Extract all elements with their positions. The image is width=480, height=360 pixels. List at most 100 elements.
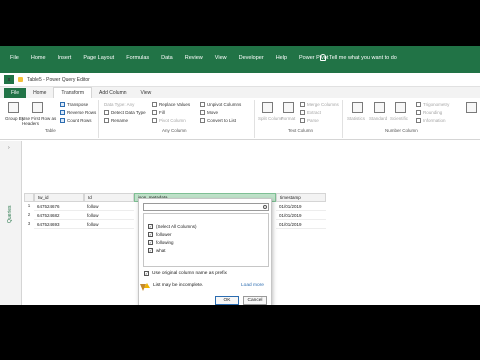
column-header-timestamp[interactable]: timestamp [276, 193, 326, 202]
transpose-icon [60, 102, 65, 107]
replace-icon [152, 102, 157, 107]
pq-tab-home[interactable]: Home [26, 88, 53, 98]
trig-icon [416, 102, 421, 107]
expand-arrow-icon[interactable]: › [8, 145, 10, 151]
prefix-checkbox[interactable]: ✓ Use original column name as prefix [144, 271, 227, 276]
replace-label: Replace Values [159, 102, 191, 107]
excel-tab-page-layout[interactable]: Page Layout [77, 55, 120, 61]
ribbon-separator [254, 100, 255, 138]
statistics-button[interactable]: Statistics [347, 116, 365, 121]
row-number: 2 [27, 212, 31, 217]
column-checkbox[interactable]: ✓ what [148, 248, 166, 253]
column-header-label: Id [88, 195, 92, 200]
data-type-dropdown[interactable]: Data Type: Any [104, 102, 134, 107]
ok-button[interactable]: OK [215, 296, 239, 305]
extract-button[interactable]: Extract [300, 110, 321, 115]
excel-tab-insert[interactable]: Insert [52, 55, 78, 61]
move-label: Move [207, 110, 219, 115]
warning-message: List may be incomplete. [144, 283, 203, 288]
mouse-cursor-icon [140, 284, 146, 291]
load-more-link[interactable]: Load more [241, 283, 264, 288]
split-column-icon [262, 102, 273, 113]
scientific-button[interactable]: Scientific [390, 116, 408, 121]
reverse-rows-button[interactable]: Reverse Rows [60, 110, 96, 115]
table-cell[interactable]: 01/01/2019 [276, 220, 326, 229]
table-cell[interactable]: 01/01/2019 [276, 202, 326, 211]
rename-label: Rename [111, 118, 129, 123]
pivot-column-button[interactable]: Pivot Column [152, 118, 186, 123]
checkbox-label: (Select All Columns) [156, 224, 197, 229]
rename-button[interactable]: Rename [104, 118, 128, 123]
information-button[interactable]: Information [416, 118, 446, 123]
reverse-rows-icon [60, 110, 65, 115]
detect-data-type-button[interactable]: Detect Data Type [104, 110, 146, 115]
table-cell[interactable]: 647524693 [34, 220, 84, 229]
search-input[interactable] [143, 203, 269, 211]
group-label-text-column: Text Column [288, 128, 314, 133]
pq-tab-view[interactable]: View [134, 88, 159, 98]
window-title: Table5 - Power Query Editor [27, 76, 90, 83]
table-cell[interactable]: follow [84, 202, 134, 211]
tell-me-search[interactable]: Tell me what you want to do [320, 54, 397, 61]
split-column-button[interactable]: Split Column [258, 116, 284, 121]
table-cell[interactable]: 647524676 [34, 202, 84, 211]
table-cell[interactable]: 01/01/2019 [276, 211, 326, 220]
tell-me-text: Tell me what you want to do [329, 54, 397, 61]
column-header-id[interactable]: Id [84, 193, 134, 202]
trigonometry-button[interactable]: Trigonometry [416, 102, 449, 107]
excel-tab-data[interactable]: Data [155, 55, 179, 61]
count-rows-button[interactable]: Count Rows [60, 118, 92, 123]
cancel-button[interactable]: Cancel [243, 296, 267, 305]
transpose-button[interactable]: Transpose [60, 102, 88, 107]
group-by-icon [8, 102, 19, 113]
table-corner[interactable] [24, 193, 34, 202]
pq-tab-strip: File Home Transform Add Column View [0, 87, 480, 98]
excel-tab-view[interactable]: View [209, 55, 233, 61]
pivot-icon [152, 118, 157, 123]
pq-tab-transform[interactable]: Transform [53, 87, 93, 98]
pq-tab-file[interactable]: File [4, 88, 27, 98]
merge-label: Merge Columns [307, 102, 339, 107]
fill-label: Fill [159, 110, 165, 115]
parse-button[interactable]: Parse [300, 118, 319, 123]
ribbon-separator [98, 100, 99, 138]
rounding-label: Rounding [423, 110, 443, 115]
unpivot-label: Unpivot Columns [207, 102, 242, 107]
merge-columns-button[interactable]: Merge Columns [300, 102, 339, 107]
excel-tab-help[interactable]: Help [270, 55, 293, 61]
convert-to-list-button[interactable]: Convert to List [200, 118, 236, 123]
replace-values-button[interactable]: Replace Values [152, 102, 190, 107]
format-button[interactable]: Format [281, 116, 295, 121]
excel-tab-file[interactable]: File [4, 55, 25, 61]
fill-button[interactable]: Fill [152, 110, 165, 115]
standard-button[interactable]: Standard [369, 116, 387, 121]
unpivot-columns-button[interactable]: Unpivot Columns [200, 102, 241, 107]
video-frame: File Home Insert Page Layout Formulas Da… [0, 0, 480, 360]
excel-tab-review[interactable]: Review [179, 55, 209, 61]
excel-tab-formulas[interactable]: Formulas [120, 55, 155, 61]
excel-tab-developer[interactable]: Developer [233, 55, 270, 61]
pq-tab-add-column[interactable]: Add Column [92, 88, 134, 98]
select-all-checkbox[interactable]: ✓ (Select All Columns) [148, 224, 197, 229]
lightbulb-icon [320, 54, 326, 61]
table-cell[interactable]: 647524682 [34, 211, 84, 220]
column-checkbox[interactable]: ✓ follower [148, 232, 172, 237]
column-checkbox[interactable]: ✓ following [148, 240, 174, 245]
move-button[interactable]: Move [200, 110, 218, 115]
warning-text: List may be incomplete. [153, 283, 204, 288]
excel-tab-home[interactable]: Home [25, 55, 52, 61]
table-cell[interactable]: follow [84, 220, 134, 229]
ribbon-separator [342, 100, 343, 138]
reverse-rows-label: Reverse Rows [67, 110, 97, 115]
checkbox-icon: ✓ [148, 248, 153, 253]
scientific-icon [395, 102, 406, 113]
use-first-row-button[interactable]: Use First Row as Headers [22, 116, 58, 126]
group-label-any-column: Any Column [162, 128, 187, 133]
rounding-button[interactable]: Rounding [416, 110, 442, 115]
merge-icon [300, 102, 305, 107]
column-header-tw-id[interactable]: tw_id [34, 193, 84, 202]
table-cell[interactable]: follow [84, 211, 134, 220]
save-icon[interactable] [18, 77, 23, 82]
count-rows-label: Count Rows [67, 118, 92, 123]
queries-pane[interactable]: › Queries [0, 141, 22, 305]
